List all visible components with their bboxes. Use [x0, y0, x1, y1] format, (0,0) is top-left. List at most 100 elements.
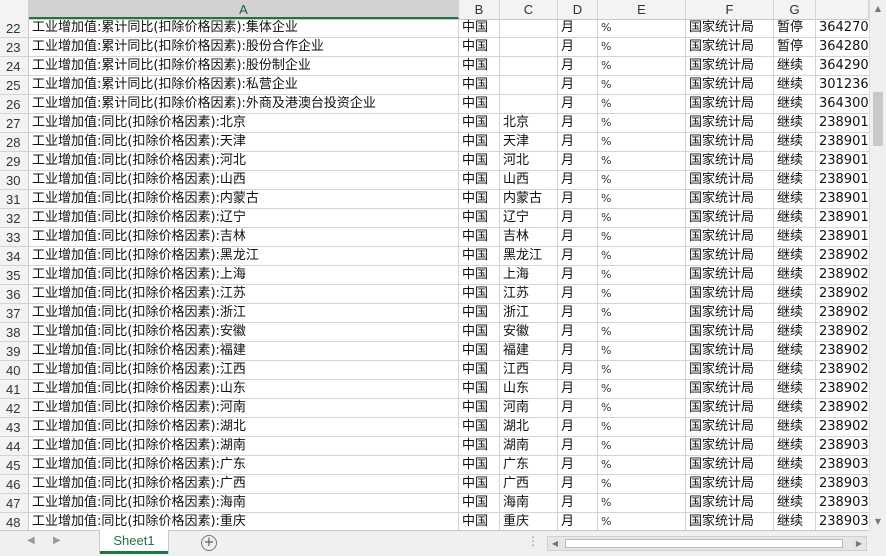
- cell[interactable]: 月: [558, 494, 598, 513]
- cell[interactable]: 238901: [816, 133, 869, 152]
- cell[interactable]: 中国: [459, 228, 500, 247]
- cell[interactable]: 国家统计局: [686, 133, 774, 152]
- cell[interactable]: 中国: [459, 399, 500, 418]
- cell[interactable]: 继续: [774, 437, 816, 456]
- cell[interactable]: 继续: [774, 380, 816, 399]
- cell[interactable]: %: [598, 399, 686, 418]
- cell[interactable]: [500, 95, 558, 114]
- row-header[interactable]: 48: [0, 513, 29, 530]
- cell[interactable]: 364280: [816, 38, 869, 57]
- row-header[interactable]: 25: [0, 76, 29, 95]
- row-header[interactable]: 39: [0, 342, 29, 361]
- cell[interactable]: 工业增加值:同比(扣除价格因素):上海: [29, 266, 459, 285]
- cell[interactable]: 月: [558, 380, 598, 399]
- cell[interactable]: 中国: [459, 456, 500, 475]
- row-header[interactable]: 27: [0, 114, 29, 133]
- cell[interactable]: 364270: [816, 19, 869, 38]
- horizontal-scrollbar[interactable]: ◀ ▶: [547, 536, 867, 551]
- cell[interactable]: 继续: [774, 399, 816, 418]
- cell[interactable]: 月: [558, 304, 598, 323]
- cell[interactable]: 238902: [816, 285, 869, 304]
- cell[interactable]: 工业增加值:同比(扣除价格因素):天津: [29, 133, 459, 152]
- cell[interactable]: %: [598, 418, 686, 437]
- cell[interactable]: 月: [558, 171, 598, 190]
- cell[interactable]: 中国: [459, 171, 500, 190]
- cell[interactable]: 湖南: [500, 437, 558, 456]
- cell[interactable]: 工业增加值:同比(扣除价格因素):山东: [29, 380, 459, 399]
- cell[interactable]: 月: [558, 190, 598, 209]
- cell[interactable]: 工业增加值:同比(扣除价格因素):福建: [29, 342, 459, 361]
- cell[interactable]: %: [598, 114, 686, 133]
- cell[interactable]: 月: [558, 285, 598, 304]
- row-header[interactable]: 26: [0, 95, 29, 114]
- cell[interactable]: 国家统计局: [686, 342, 774, 361]
- cell[interactable]: %: [598, 513, 686, 530]
- column-header-f[interactable]: F: [686, 0, 774, 19]
- cell[interactable]: 辽宁: [500, 209, 558, 228]
- next-sheet-icon[interactable]: ▶: [53, 535, 61, 546]
- cell[interactable]: 中国: [459, 133, 500, 152]
- cell[interactable]: 继续: [774, 266, 816, 285]
- cell[interactable]: 国家统计局: [686, 95, 774, 114]
- cell[interactable]: 工业增加值:同比(扣除价格因素):河南: [29, 399, 459, 418]
- cell[interactable]: %: [598, 323, 686, 342]
- cell[interactable]: 继续: [774, 342, 816, 361]
- cell[interactable]: 湖北: [500, 418, 558, 437]
- cell[interactable]: %: [598, 19, 686, 38]
- cell[interactable]: 继续: [774, 323, 816, 342]
- cell[interactable]: 继续: [774, 57, 816, 76]
- cell[interactable]: 中国: [459, 95, 500, 114]
- row-header[interactable]: 23: [0, 38, 29, 57]
- cell[interactable]: 中国: [459, 513, 500, 530]
- cell[interactable]: 工业增加值:同比(扣除价格因素):内蒙古: [29, 190, 459, 209]
- cell[interactable]: 继续: [774, 361, 816, 380]
- row-header[interactable]: 45: [0, 456, 29, 475]
- spreadsheet-grid[interactable]: ABCDEFG 22 工业增加值:累计同比(扣除价格因素):集体企业 中国月% 国家统…: [0, 0, 869, 530]
- cell[interactable]: 继续: [774, 304, 816, 323]
- cell[interactable]: 工业增加值:累计同比(扣除价格因素):集体企业: [29, 19, 459, 38]
- cell[interactable]: 238903: [816, 456, 869, 475]
- cell[interactable]: 继续: [774, 494, 816, 513]
- cell[interactable]: 月: [558, 266, 598, 285]
- cell[interactable]: 中国: [459, 361, 500, 380]
- row-header[interactable]: 31: [0, 190, 29, 209]
- cell[interactable]: 238902: [816, 361, 869, 380]
- cell[interactable]: 继续: [774, 228, 816, 247]
- cell[interactable]: 中国: [459, 247, 500, 266]
- cell[interactable]: 中国: [459, 380, 500, 399]
- row-header[interactable]: 24: [0, 57, 29, 76]
- cell[interactable]: 工业增加值:同比(扣除价格因素):河北: [29, 152, 459, 171]
- cell[interactable]: 中国: [459, 494, 500, 513]
- cell[interactable]: %: [598, 456, 686, 475]
- cell[interactable]: 国家统计局: [686, 152, 774, 171]
- cell[interactable]: 238902: [816, 304, 869, 323]
- cell[interactable]: 301236: [816, 76, 869, 95]
- cell[interactable]: 238903: [816, 513, 869, 530]
- cell[interactable]: 国家统计局: [686, 266, 774, 285]
- cell[interactable]: 内蒙古: [500, 190, 558, 209]
- cell[interactable]: %: [598, 190, 686, 209]
- cell[interactable]: 工业增加值:同比(扣除价格因素):海南: [29, 494, 459, 513]
- cell[interactable]: 月: [558, 152, 598, 171]
- cell[interactable]: 广东: [500, 456, 558, 475]
- cell[interactable]: 中国: [459, 190, 500, 209]
- cell[interactable]: %: [598, 228, 686, 247]
- cell[interactable]: 月: [558, 418, 598, 437]
- cell[interactable]: 继续: [774, 513, 816, 530]
- cell[interactable]: 工业增加值:同比(扣除价格因素):辽宁: [29, 209, 459, 228]
- cell[interactable]: [500, 38, 558, 57]
- cell[interactable]: 国家统计局: [686, 494, 774, 513]
- cell[interactable]: 国家统计局: [686, 171, 774, 190]
- cell[interactable]: 工业增加值:同比(扣除价格因素):江西: [29, 361, 459, 380]
- cell[interactable]: 山西: [500, 171, 558, 190]
- cell[interactable]: 国家统计局: [686, 57, 774, 76]
- cell[interactable]: 国家统计局: [686, 285, 774, 304]
- cell[interactable]: 中国: [459, 285, 500, 304]
- cell[interactable]: 中国: [459, 266, 500, 285]
- vertical-scroll-thumb[interactable]: [873, 92, 883, 146]
- cell[interactable]: 江西: [500, 361, 558, 380]
- cell[interactable]: %: [598, 380, 686, 399]
- cell[interactable]: 238902: [816, 418, 869, 437]
- cell[interactable]: 238902: [816, 323, 869, 342]
- cell[interactable]: 月: [558, 38, 598, 57]
